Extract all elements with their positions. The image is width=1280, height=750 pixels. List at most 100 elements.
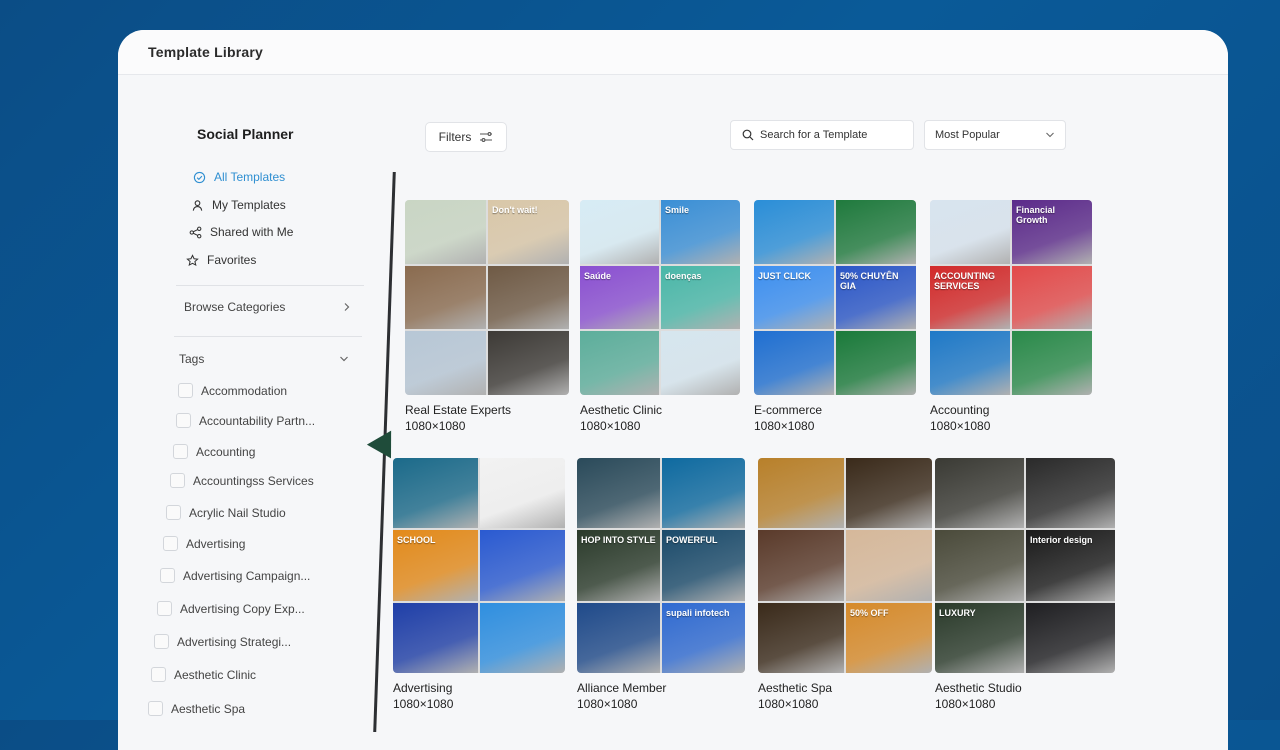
- thumbnail-tile: [577, 458, 660, 529]
- tag-checkbox[interactable]: [148, 701, 163, 716]
- tag-accountingss-services[interactable]: Accountingss Services: [170, 473, 314, 488]
- thumbnail-tile: [393, 602, 478, 673]
- thumbnail-tile: [580, 331, 659, 395]
- browse-categories-label: Browse Categories: [184, 300, 286, 314]
- template-card[interactable]: Interior design LUXURY Aesthetic Studio 1…: [935, 458, 1115, 711]
- nav-my-templates[interactable]: My Templates: [191, 198, 286, 212]
- tag-acrylic-nail-studio[interactable]: Acrylic Nail Studio: [166, 505, 286, 520]
- tag-checkbox[interactable]: [178, 383, 193, 398]
- thumbnail-tile: [754, 200, 834, 264]
- filters-button[interactable]: Filters: [425, 122, 507, 152]
- filters-label: Filters: [438, 130, 472, 144]
- tile-caption: ACCOUNTING SERVICES: [934, 270, 995, 291]
- template-thumbnail: JUST CLICK 50% CHUYÊN GIA: [754, 200, 916, 395]
- template-size: 1080×1080: [577, 697, 638, 711]
- thumbnail-tile: [393, 458, 478, 529]
- tag-accommodation[interactable]: Accommodation: [178, 383, 287, 398]
- thumbnail-tile: [836, 331, 916, 395]
- chevron-right-icon: [344, 303, 350, 311]
- template-size: 1080×1080: [580, 419, 641, 433]
- template-card[interactable]: SCHOOL Advertising 1080×1080: [393, 458, 565, 711]
- template-card[interactable]: Smile Saúde doenças Aesthetic Clinic 1080×…: [580, 200, 740, 433]
- template-card[interactable]: Don't wait! Real Estate Experts 1080×108…: [405, 200, 569, 433]
- tag-label: Acrylic Nail Studio: [189, 505, 286, 520]
- template-size: 1080×1080: [930, 419, 991, 433]
- thumbnail-tile: [758, 530, 844, 601]
- tag-checkbox[interactable]: [163, 536, 178, 551]
- template-title: Accounting: [930, 403, 990, 417]
- template-thumbnail: 50% OFF: [758, 458, 932, 673]
- tag-checkbox[interactable]: [160, 568, 175, 583]
- thumbnail-tile: [480, 458, 565, 529]
- tag-aesthetic-clinic[interactable]: Aesthetic Clinic: [151, 667, 256, 682]
- tag-label: Accountability Partn...: [199, 413, 316, 428]
- thumbnail-tile: [405, 331, 486, 395]
- thumbnail-tile: [405, 265, 486, 330]
- search-icon: [742, 129, 754, 141]
- thumbnail-tile: [662, 458, 745, 529]
- sort-select[interactable]: Most Popular: [924, 120, 1066, 150]
- tags-row[interactable]: Tags: [179, 352, 349, 366]
- nav-label: My Templates: [212, 198, 286, 212]
- tag-label: Aesthetic Clinic: [174, 667, 257, 682]
- tag-checkbox[interactable]: [173, 444, 188, 459]
- thumbnail-tile: [580, 200, 659, 264]
- check-circle-icon: [193, 171, 206, 183]
- thumbnail-tile: supali infotech: [662, 602, 745, 673]
- thumbnail-tile: [930, 331, 1010, 395]
- template-title: E-commerce: [754, 403, 823, 417]
- tag-checkbox[interactable]: [157, 601, 172, 616]
- nav-all-templates[interactable]: All Templates: [193, 170, 285, 184]
- thumbnail-tile: 50% CHUYÊN GIA: [836, 265, 916, 330]
- window-title: Template Library: [148, 44, 263, 60]
- template-thumbnail: Interior design LUXURY: [935, 458, 1115, 673]
- thumbnail-tile: HOP INTO STYLE: [577, 530, 660, 601]
- nav-shared-with-me[interactable]: Shared with Me: [189, 225, 293, 239]
- tile-caption: JUST CLICK: [758, 270, 812, 281]
- tile-caption: Smile: [665, 205, 690, 215]
- tag-checkbox[interactable]: [170, 473, 185, 488]
- template-title: Real Estate Experts: [405, 403, 512, 417]
- template-card[interactable]: JUST CLICK 50% CHUYÊN GIA E-commerce 1080…: [754, 200, 916, 433]
- tags-label: Tags: [179, 352, 205, 366]
- tag-advertising-strategies[interactable]: Advertising Strategi...: [154, 634, 291, 649]
- template-card[interactable]: Financial Growth ACCOUNTING SERVICES Acco…: [930, 200, 1092, 433]
- tile-caption: 50% OFF: [850, 607, 889, 618]
- thumbnail-tile: [846, 458, 932, 529]
- tag-advertising[interactable]: Advertising: [163, 536, 245, 551]
- sort-value: Most Popular: [935, 129, 1000, 141]
- tag-accounting[interactable]: Accounting: [173, 444, 255, 459]
- template-library-window: Template Library Social Planner All Temp…: [118, 30, 1228, 750]
- template-thumbnail: Smile Saúde doenças: [580, 200, 740, 395]
- thumbnail-tile: [480, 530, 565, 601]
- tag-aesthetic-spa[interactable]: Aesthetic Spa: [148, 701, 245, 716]
- template-card[interactable]: 50% OFF Aesthetic Spa 1080×1080: [758, 458, 932, 711]
- tag-checkbox[interactable]: [176, 413, 191, 428]
- thumbnail-tile: [758, 602, 844, 673]
- template-size: 1080×1080: [754, 419, 815, 433]
- browse-categories-row[interactable]: Browse Categories: [184, 300, 352, 314]
- tile-caption: doenças: [665, 270, 702, 281]
- tag-checkbox[interactable]: [166, 505, 181, 520]
- tag-advertising-campaign[interactable]: Advertising Campaign...: [160, 568, 310, 583]
- search-input[interactable]: Search for a Template: [730, 120, 914, 150]
- thumbnail-tile: [935, 458, 1024, 529]
- window-titlebar: Template Library: [118, 30, 1228, 75]
- sliders-icon: [480, 132, 493, 142]
- nav-label: Shared with Me: [210, 225, 294, 239]
- tag-label: Advertising Campaign...: [183, 568, 311, 583]
- tag-label: Accountingss Services: [193, 473, 314, 488]
- thumbnail-tile: ACCOUNTING SERVICES: [930, 265, 1010, 330]
- tag-accountability[interactable]: Accountability Partn...: [176, 413, 315, 428]
- user-icon: [192, 199, 203, 211]
- thumbnail-tile: [405, 200, 486, 264]
- thumbnail-tile: LUXURY: [935, 602, 1024, 673]
- thumbnail-tile: [758, 458, 844, 529]
- tile-caption: Don't wait!: [492, 205, 538, 215]
- nav-favorites[interactable]: Favorites: [186, 253, 256, 267]
- tile-caption: supali infotech: [666, 607, 730, 618]
- template-card[interactable]: HOP INTO STYLE POWERFUL supali infotech Al…: [577, 458, 745, 711]
- tag-checkbox[interactable]: [151, 667, 166, 682]
- tag-checkbox[interactable]: [154, 634, 169, 649]
- tag-advertising-copy[interactable]: Advertising Copy Exp...: [157, 601, 305, 616]
